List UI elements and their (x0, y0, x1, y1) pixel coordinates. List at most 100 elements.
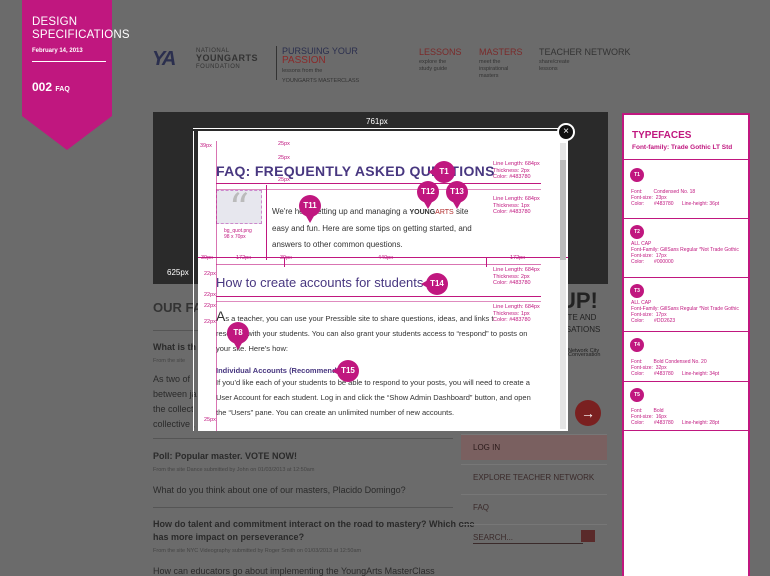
question-1-title[interactable]: What is th (153, 342, 196, 352)
menu-explore[interactable]: EXPLORE TEACHER NETWORK (461, 464, 607, 490)
annotation-pin: T15 (332, 360, 359, 382)
dimension-label: 22px (204, 303, 216, 309)
ribbon-code-number: 002 (32, 80, 53, 94)
dimension-label: 22px (204, 319, 216, 325)
menu-faq[interactable]: FAQ (461, 494, 607, 520)
dimension-label: 39px (200, 143, 212, 149)
spec-line: Line Length: 684px (493, 304, 540, 310)
ribbon-date: February 14, 2013 (32, 48, 83, 54)
guide-line (266, 185, 267, 260)
logo-tagline: PURSUING YOUR PASSION lessons from the Y… (282, 46, 359, 86)
youngarts-logo[interactable]: YA NATIONAL YOUNGARTS FOUNDATION PURSUIN… (152, 46, 362, 84)
annotation-pin: T8 (227, 322, 249, 350)
search-icon[interactable] (581, 530, 595, 542)
paragraph-line-1: s a teacher, you can use your Pressible … (225, 314, 494, 323)
section-heading: How to create accounts for students (216, 275, 424, 290)
typeface-badge: T5 (630, 388, 644, 402)
guide-line (216, 189, 541, 190)
height-indicator-line (193, 131, 194, 431)
quote-icon: “ (216, 189, 262, 229)
logo-divider (276, 46, 277, 80)
question-3-title-2[interactable]: has more impact on perseverance? (153, 532, 304, 542)
hero-width-label: 625px (167, 268, 189, 277)
paragraph-line-3: your site. Here’s how: (216, 344, 288, 353)
close-icon[interactable]: × (557, 123, 575, 141)
typeface-spec: Font: Bold Condensed No. 20 Font-size: 3… (631, 359, 720, 377)
faq-modal: FAQ: FREQUENTLY ASKED QUESTIONS “ bg_quo… (198, 131, 568, 431)
intro-text-3: easy and fun. Here are some tips on gett… (272, 224, 472, 233)
subheading: Individual Accounts (Recommended) (216, 366, 348, 375)
youngarts-inline-logo: YOUNGARTS (409, 209, 453, 216)
menu-login[interactable]: LOG IN (461, 434, 607, 460)
dimension-label: 39px (280, 255, 292, 261)
spec-line: Color: #483780 (493, 280, 531, 286)
spec-line: Color: #483780 (493, 174, 531, 180)
dimension-label: 172px (510, 255, 525, 261)
guide-line (216, 183, 541, 184)
inline-logo-arts: ARTS (435, 209, 454, 216)
tagline-line-3: lessons from the (282, 68, 323, 74)
annotation-pin: T12 (417, 181, 439, 209)
annotation-pin: T13 (446, 181, 468, 209)
dimension-label: 22px (204, 271, 216, 277)
typeface-badge: T2 (630, 225, 644, 239)
typeface-spec: Font: Condensed No. 18 Font-size: 23px C… (631, 189, 720, 207)
question-1-text-1: As two of (153, 374, 191, 384)
question-1-text-2: between ja (153, 389, 197, 399)
panel-divider (624, 159, 748, 160)
panel-divider (624, 331, 748, 332)
question-1-text-4: collective , (153, 419, 196, 429)
typefaces-title: TYPEFACES (632, 130, 692, 141)
width-indicator-line (193, 128, 558, 129)
design-spec-page: DESIGN SPECIFICATIONS February 14, 2013 … (0, 0, 770, 576)
annotation-pin: T11 (299, 195, 321, 223)
typeface-badge: T3 (630, 284, 644, 298)
dimension-label: 25px (204, 417, 216, 423)
side-note-2: Conversation (568, 352, 601, 358)
logo-org: NATIONAL YOUNGARTS FOUNDATION (196, 48, 258, 71)
guide-line (486, 257, 487, 267)
arrow-right-icon[interactable]: → (575, 400, 601, 426)
dimension-label: 25px (278, 177, 290, 183)
ribbon-code: 002 FAQ (32, 80, 70, 94)
typeface-badge: T1 (630, 168, 644, 182)
nav-lessons-sub1: explore the (419, 59, 447, 65)
tagline-line-4: YOUNGARTS MASTERCLASS (282, 78, 360, 84)
spec-line: Line Length: 684px (493, 196, 540, 202)
line-spec: Line Length: 684px Thickness: 2px Color:… (493, 161, 540, 181)
nav-lessons[interactable]: LESSONS explore the study guide (419, 47, 462, 73)
poll-title[interactable]: Poll: Popular master. VOTE NOW! (153, 451, 297, 461)
typeface-spec: Font: Bold Font-size: 16px Color: #48378… (631, 408, 720, 426)
intro-text-4: answers to other common questions. (272, 240, 403, 249)
dimension-label: 22px (204, 292, 216, 298)
paragraph2-line-1: If you’d like each of your students to b… (216, 378, 530, 387)
nav-lessons-sub2: study guide (419, 66, 448, 72)
typeface-badge: T4 (630, 338, 644, 352)
dimension-label: 39px (201, 255, 213, 261)
question-1-text-3: the collect (153, 404, 194, 414)
question-3-title-1[interactable]: How do talent and commitment interact on… (153, 519, 475, 529)
dimension-label: 25px (278, 155, 290, 161)
modal-scroll-thumb[interactable] (560, 160, 566, 260)
logo-mark: YA (152, 48, 176, 70)
nav-masters-sub2: inspirational (479, 66, 509, 72)
nav-teacher-label: TEACHER NETWORK (539, 47, 631, 57)
faq-section-title: OUR FA (153, 300, 203, 315)
nav-masters[interactable]: MASTERS meet the inspirational masters (479, 47, 523, 80)
inline-logo-young: YOUNG (409, 209, 436, 216)
panel-divider (624, 381, 748, 382)
nav-teacher-sub1: share/create (539, 59, 570, 65)
nav-lessons-label: LESSONS (419, 47, 462, 57)
dropcap: A (216, 308, 226, 324)
nav-teacher-network[interactable]: TEACHER NETWORK share/create lessons (539, 47, 631, 73)
guide-line (216, 141, 217, 431)
line-spec: Line Length: 684px Thickness: 2px Color:… (493, 267, 540, 287)
ribbon-code-label: FAQ (55, 86, 70, 93)
line-spec: Line Length: 684px Thickness: 1px Color:… (493, 196, 540, 216)
spec-ribbon: DESIGN SPECIFICATIONS February 14, 2013 … (22, 0, 130, 150)
logo-org-bot: FOUNDATION (196, 64, 241, 70)
panel-divider (624, 430, 748, 431)
paragraph2-line-2: User Account for each student. Log in an… (216, 393, 531, 402)
question-1-meta: From the site (153, 358, 186, 364)
divider (153, 438, 453, 439)
